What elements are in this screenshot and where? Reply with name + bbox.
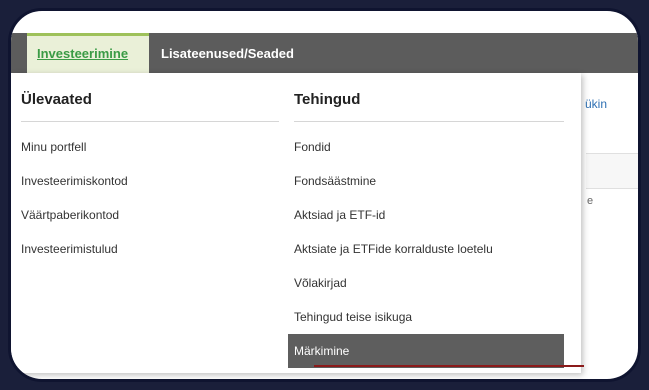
background-text-fragment: e — [587, 195, 594, 207]
background-table-row — [586, 153, 638, 189]
transactions-column: Tehingud Fondid Fondsäästmine Aktsiad ja… — [288, 73, 564, 368]
accent-divider — [314, 365, 584, 367]
tab-lisateenused-seaded[interactable]: Lisateenused/Seaded — [151, 33, 304, 73]
menu-item-fondsaastmine[interactable]: Fondsäästmine — [294, 164, 564, 198]
menu-item-volakirjad[interactable]: Võlakirjad — [294, 266, 564, 300]
screen: Investeerimine Lisateenused/Seaded ükin … — [8, 8, 641, 382]
menu-item-korralduste-loetelu[interactable]: Aktsiate ja ETFide korralduste loetelu — [294, 232, 564, 266]
overviews-title: Ülevaated — [21, 73, 279, 122]
background-link-fragment[interactable]: ükin — [585, 97, 607, 111]
tab-investeerimine[interactable]: Investeerimine — [27, 33, 149, 73]
menu-item-markimine[interactable]: Märkimine — [288, 334, 564, 368]
menu-item-investeerimistulud[interactable]: Investeerimistulud — [21, 232, 279, 266]
menu-item-tehingud-teise-isikuga[interactable]: Tehingud teise isikuga — [294, 300, 564, 334]
menu-item-aktsiad-etf[interactable]: Aktsiad ja ETF-id — [294, 198, 564, 232]
mega-menu-dropdown: Ülevaated Minu portfell Investeerimiskon… — [11, 73, 581, 373]
transactions-title: Tehingud — [294, 73, 564, 122]
overviews-column: Ülevaated Minu portfell Investeerimiskon… — [21, 73, 279, 266]
top-navigation-bar: Investeerimine Lisateenused/Seaded — [11, 33, 638, 73]
menu-item-vaartpaberikontod[interactable]: Väärtpaberikontod — [21, 198, 279, 232]
menu-item-minu-portfell[interactable]: Minu portfell — [21, 130, 279, 164]
menu-item-fondid[interactable]: Fondid — [294, 130, 564, 164]
menu-item-investeerimiskontod[interactable]: Investeerimiskontod — [21, 164, 279, 198]
